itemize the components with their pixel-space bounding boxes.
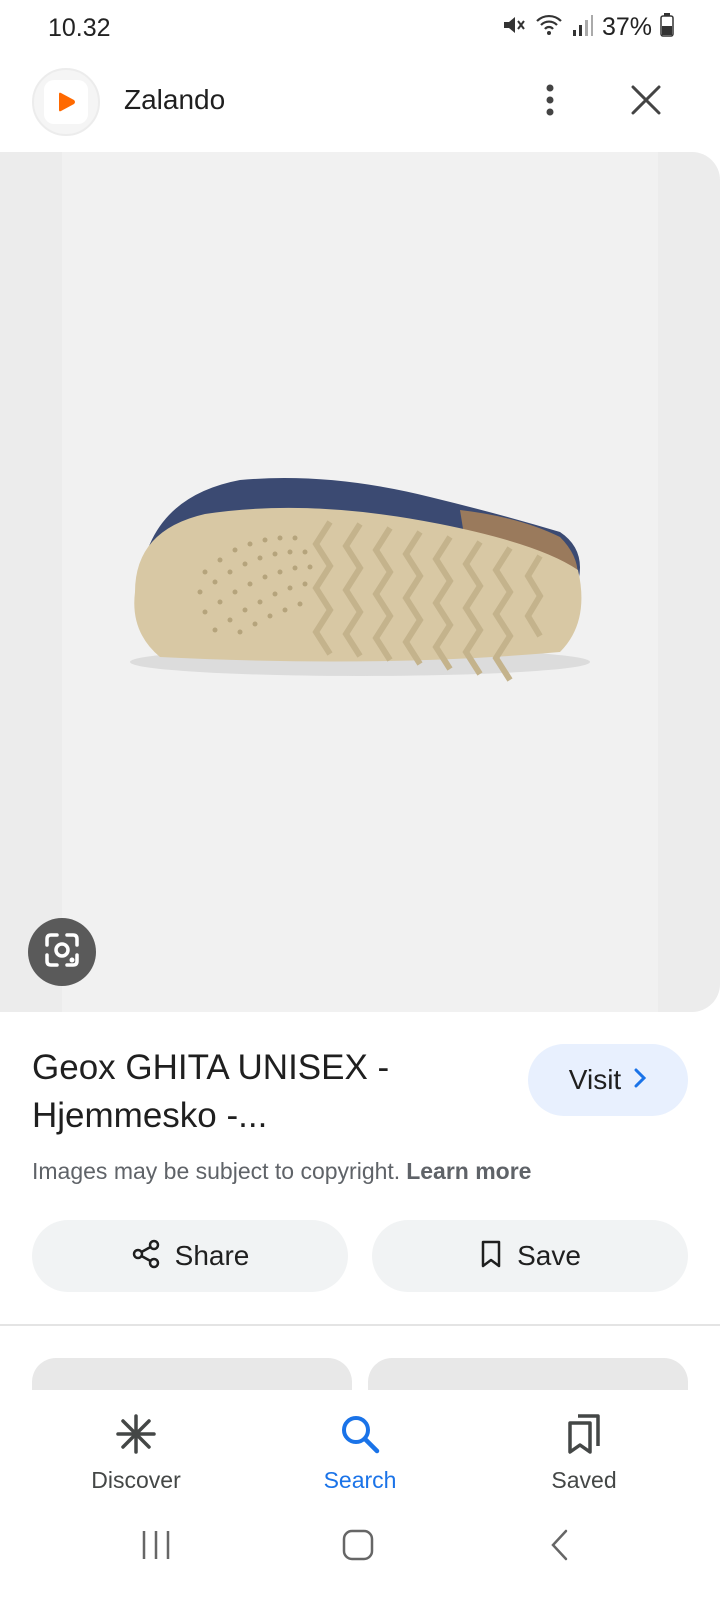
system-navigation: [0, 1510, 720, 1600]
close-button[interactable]: [620, 76, 672, 128]
recents-button[interactable]: [126, 1524, 186, 1570]
wifi-icon: [534, 12, 564, 43]
back-icon: [549, 1528, 571, 1567]
save-label: Save: [517, 1240, 581, 1271]
chevron-right-icon: [633, 1067, 647, 1094]
visit-label: Visit: [568, 1064, 622, 1095]
share-icon: [131, 1239, 161, 1274]
signal-icon: [572, 12, 594, 43]
nav-search-label: Search: [323, 1467, 397, 1493]
divider: [0, 1324, 720, 1326]
zalando-play-icon: [44, 80, 88, 124]
close-icon: [630, 84, 662, 121]
recents-icon: [138, 1529, 174, 1566]
status-bar: 10.32 37%: [0, 0, 720, 60]
mute-icon: [500, 12, 526, 43]
more-options-button[interactable]: [526, 74, 574, 130]
product-image[interactable]: [0, 152, 720, 1012]
visit-button[interactable]: Visit: [528, 1044, 688, 1116]
google-lens-icon: [43, 931, 81, 974]
nav-saved[interactable]: Saved: [504, 1412, 664, 1494]
back-button[interactable]: [530, 1524, 590, 1570]
status-time: 10.32: [48, 14, 111, 42]
nav-discover-label: Discover: [91, 1467, 181, 1493]
share-label: Share: [174, 1240, 250, 1271]
header: Zalando: [0, 62, 720, 142]
battery-icon: [660, 13, 674, 42]
slipper-sole-image: [130, 478, 590, 682]
save-button[interactable]: Save: [372, 1220, 688, 1292]
home-button[interactable]: [328, 1524, 388, 1570]
copyright-notice: Images may be subject to copyright. Learn…: [32, 1158, 531, 1185]
bottom-navigation: Discover Search Saved: [0, 1390, 720, 1500]
google-lens-button[interactable]: [28, 918, 96, 986]
learn-more-link[interactable]: Learn more: [406, 1158, 531, 1184]
nav-search[interactable]: Search: [280, 1412, 440, 1494]
bookmark-icon: [479, 1239, 503, 1274]
site-avatar[interactable]: [32, 68, 100, 136]
asterisk-icon: [114, 1412, 158, 1461]
share-button[interactable]: Share: [32, 1220, 348, 1292]
home-icon: [341, 1528, 375, 1567]
site-title[interactable]: Zalando: [124, 84, 225, 116]
saved-collections-icon: [562, 1412, 606, 1461]
nav-saved-label: Saved: [551, 1467, 617, 1493]
status-icons: 37%: [500, 12, 674, 43]
nav-discover[interactable]: Discover: [56, 1412, 216, 1494]
battery-percent: 37%: [601, 13, 652, 41]
copyright-text: Images may be subject to copyright.: [32, 1158, 401, 1184]
search-icon: [338, 1412, 382, 1461]
more-vert-icon: [544, 82, 556, 123]
product-title[interactable]: Geox GHITA UNISEX - Hjemmesko -...: [32, 1044, 502, 1140]
